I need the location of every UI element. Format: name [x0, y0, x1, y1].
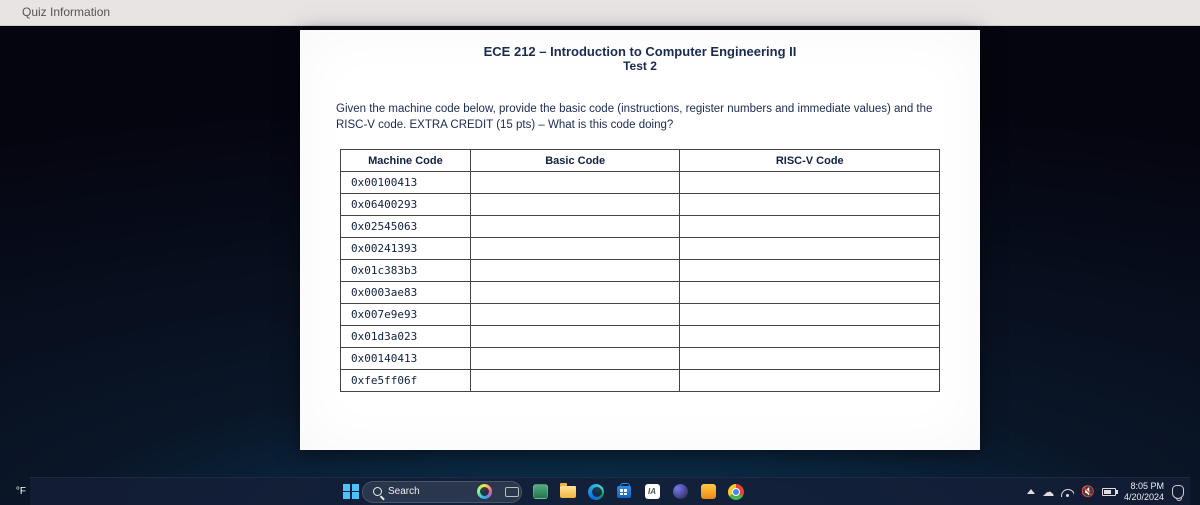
machine-code-cell: 0x0003ae83	[341, 282, 471, 304]
machine-code-cell: 0x06400293	[341, 194, 471, 216]
course-title: ECE 212 – Introduction to Computer Engin…	[324, 44, 956, 59]
search-icon	[373, 487, 382, 496]
table-row: 0x00241393	[341, 238, 940, 260]
taskbar-app[interactable]	[669, 481, 691, 503]
table-row: 0x0003ae83	[341, 282, 940, 304]
basic-code-cell	[470, 304, 680, 326]
wifi-icon[interactable]	[1061, 487, 1074, 497]
machine-code-cell: 0x007e9e93	[341, 304, 471, 326]
table-row: 0x06400293	[341, 194, 940, 216]
onedrive-icon[interactable]: ☁	[1042, 485, 1054, 499]
col-header-basic: Basic Code	[470, 150, 680, 172]
basic-code-cell	[470, 238, 680, 260]
app-icon	[701, 484, 716, 499]
basic-code-cell	[470, 194, 680, 216]
riscv-code-cell	[680, 216, 940, 238]
chrome-button[interactable]	[725, 481, 747, 503]
riscv-code-cell	[680, 282, 940, 304]
riscv-code-cell	[680, 370, 940, 392]
file-explorer-button[interactable]	[557, 481, 579, 503]
basic-code-cell	[470, 348, 680, 370]
basic-code-cell	[470, 260, 680, 282]
taskbar-app[interactable]: IA	[641, 481, 663, 503]
machine-code-cell: 0x02545063	[341, 216, 471, 238]
basic-code-cell	[470, 172, 680, 194]
table-row: 0x007e9e93	[341, 304, 940, 326]
machine-code-cell: 0x01d3a023	[341, 326, 471, 348]
riscv-code-cell	[680, 348, 940, 370]
table-row: 0xfe5ff06f	[341, 370, 940, 392]
clock-date: 4/20/2024	[1124, 492, 1164, 502]
folder-icon	[560, 486, 576, 498]
taskbar-app[interactable]	[529, 481, 551, 503]
col-header-machine: Machine Code	[341, 150, 471, 172]
riscv-code-cell	[680, 238, 940, 260]
basic-code-cell	[470, 370, 680, 392]
windows-logo-icon	[343, 484, 359, 500]
taskbar: Search IA	[30, 477, 1190, 505]
battery-icon[interactable]	[1102, 488, 1116, 496]
edge-icon	[588, 484, 604, 500]
basic-code-cell	[470, 216, 680, 238]
clock-time: 8:05 PM	[1124, 481, 1164, 491]
chrome-icon	[728, 484, 744, 500]
notifications-icon[interactable]	[1172, 485, 1184, 499]
code-table: Machine Code Basic Code RISC-V Code 0x00…	[340, 149, 940, 392]
app-icon	[673, 484, 688, 499]
riscv-code-cell	[680, 304, 940, 326]
riscv-code-cell	[680, 172, 940, 194]
start-button[interactable]	[340, 481, 362, 503]
whiteboard-icon: IA	[645, 484, 660, 499]
riscv-code-cell	[680, 326, 940, 348]
browser-tab-bar: Quiz Information	[0, 0, 1200, 26]
table-row: 0x00100413	[341, 172, 940, 194]
table-row: 0x02545063	[341, 216, 940, 238]
system-tray[interactable]: ☁ 🔇	[1027, 485, 1116, 499]
table-header-row: Machine Code Basic Code RISC-V Code	[341, 150, 940, 172]
store-button[interactable]	[613, 481, 635, 503]
desktop: Quiz Information ECE 212 – Introduction …	[0, 0, 1200, 505]
machine-code-cell: 0x00241393	[341, 238, 471, 260]
weather-unit-label: °F	[16, 486, 26, 497]
app-icon	[533, 484, 548, 499]
col-header-riscv: RISC-V Code	[680, 150, 940, 172]
browser-tab-title[interactable]: Quiz Information	[22, 5, 110, 19]
tray-overflow-icon[interactable]	[1027, 489, 1035, 494]
table-row: 0x00140413	[341, 348, 940, 370]
machine-code-cell: 0xfe5ff06f	[341, 370, 471, 392]
taskbar-clock[interactable]: 8:05 PM 4/20/2024	[1124, 481, 1164, 502]
copilot-button[interactable]	[473, 481, 495, 503]
table-row: 0x01d3a023	[341, 326, 940, 348]
machine-code-cell: 0x01c383b3	[341, 260, 471, 282]
volume-muted-icon[interactable]: 🔇	[1081, 485, 1095, 498]
weather-widget[interactable]: °F	[0, 477, 30, 505]
basic-code-cell	[470, 282, 680, 304]
riscv-code-cell	[680, 194, 940, 216]
copilot-icon	[477, 484, 492, 499]
machine-code-cell: 0x00100413	[341, 172, 471, 194]
document-page: ECE 212 – Introduction to Computer Engin…	[300, 30, 980, 450]
riscv-code-cell	[680, 260, 940, 282]
search-placeholder: Search	[388, 486, 420, 497]
taskbar-app[interactable]	[697, 481, 719, 503]
basic-code-cell	[470, 326, 680, 348]
test-label: Test 2	[324, 59, 956, 73]
store-icon	[617, 486, 631, 498]
question-instructions: Given the machine code below, provide th…	[336, 101, 944, 133]
edge-button[interactable]	[585, 481, 607, 503]
task-view-button[interactable]	[501, 481, 523, 503]
table-row: 0x01c383b3	[341, 260, 940, 282]
machine-code-cell: 0x00140413	[341, 348, 471, 370]
task-view-icon	[505, 487, 519, 497]
